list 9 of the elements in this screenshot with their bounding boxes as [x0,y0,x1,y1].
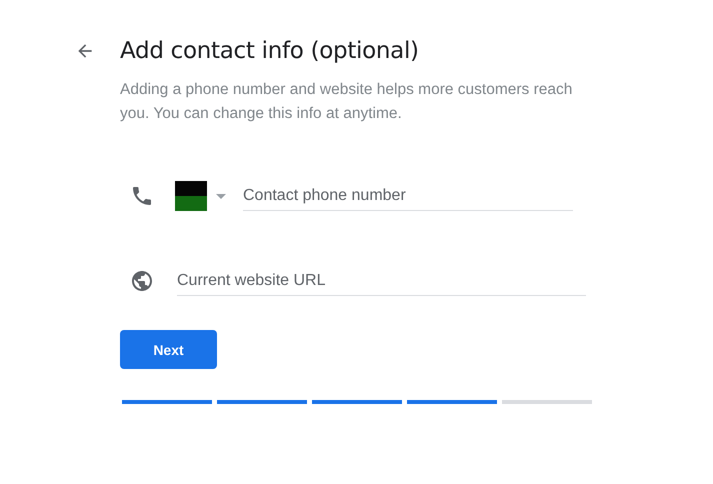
page-title: Add contact info (optional) [120,38,419,64]
dropdown-caret-icon[interactable] [216,194,226,199]
phone-icon [130,184,154,208]
next-button[interactable]: Next [120,330,217,369]
globe-icon [130,269,154,293]
phone-number-field[interactable]: Contact phone number [243,187,573,211]
description: Adding a phone number and website helps more customers reach you. You can change this info at anytime. [120,80,574,124]
flag-icon[interactable] [175,181,207,211]
website-url-field[interactable]: Current website URL [177,272,586,296]
